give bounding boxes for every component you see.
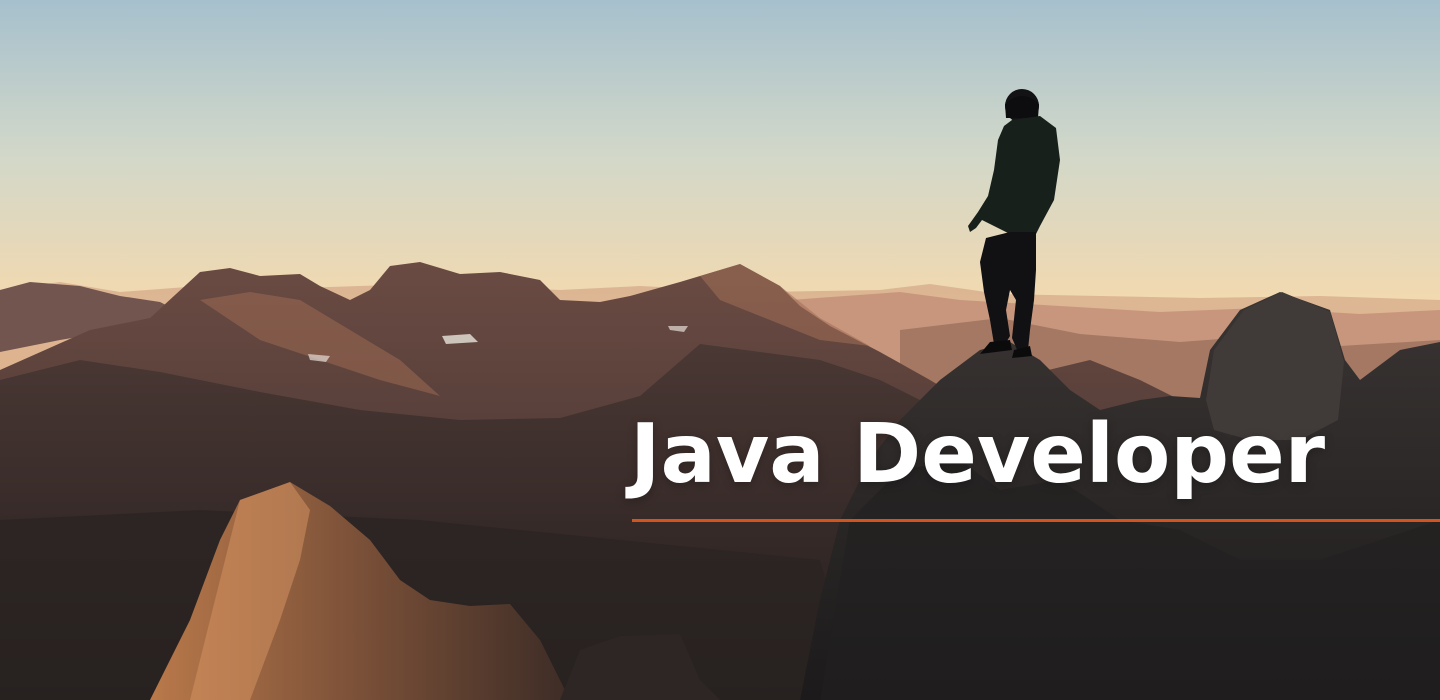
- hero-banner: Java Developer: [0, 0, 1440, 700]
- mountain-sunset-illustration: [0, 0, 1440, 700]
- hero-title: Java Developer: [630, 407, 1326, 502]
- accent-underline: [632, 519, 1440, 522]
